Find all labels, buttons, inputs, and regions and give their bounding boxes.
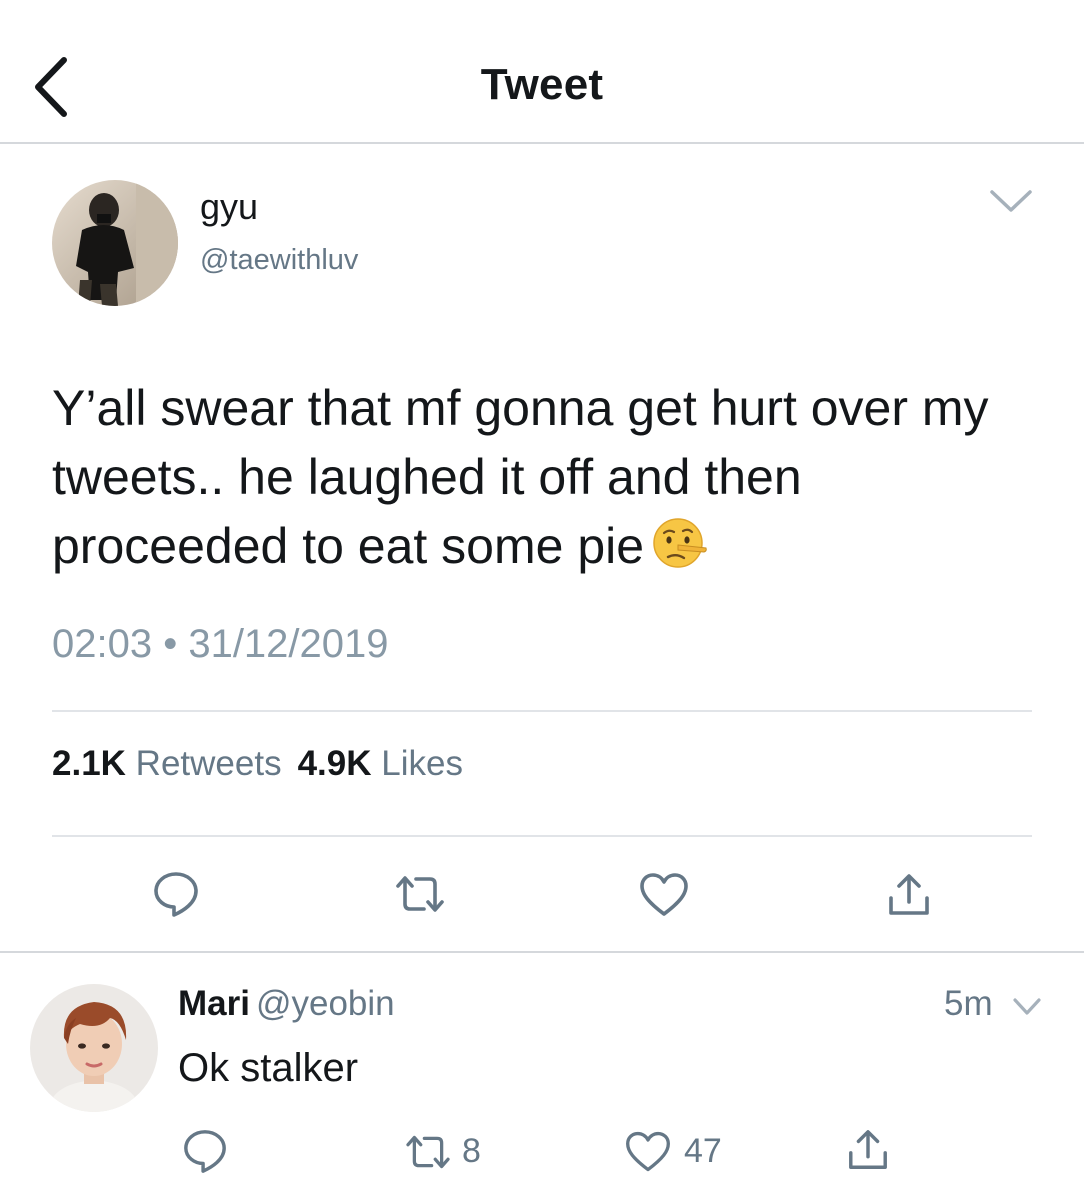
retweet-stat[interactable]: 2.1K Retweets <box>52 744 282 783</box>
share-icon <box>889 874 929 915</box>
retweets-label: Retweets <box>135 744 282 783</box>
page-title: Tweet <box>480 60 604 109</box>
tweet-text: Y’all swear that mf gonna get hurt over … <box>52 374 1042 581</box>
share-icon <box>849 1130 887 1169</box>
avatar-photo <box>52 180 178 306</box>
more-options-button[interactable] <box>988 186 1034 216</box>
author-avatar[interactable] <box>52 180 178 306</box>
reply-button[interactable] <box>152 870 200 918</box>
retweet-button[interactable] <box>394 872 446 916</box>
lying-face-emoji-icon <box>652 515 708 571</box>
top-bar: Tweet <box>0 0 1084 144</box>
comment-icon <box>154 872 198 917</box>
retweets-count: 2.1K <box>52 744 126 783</box>
share-button[interactable] <box>886 872 932 918</box>
heart-icon <box>640 873 688 916</box>
author-display-name[interactable]: gyu <box>200 186 258 228</box>
reply-display-name: Mari <box>178 984 250 1023</box>
reply-author-avatar[interactable] <box>30 984 158 1112</box>
heart-icon <box>626 1131 670 1172</box>
avatar-photo <box>30 984 158 1112</box>
likes-label: Likes <box>381 744 463 783</box>
reply-retweet-button[interactable] <box>402 1132 454 1172</box>
reply-more-options-button[interactable] <box>1012 996 1042 1018</box>
reply-like-button[interactable] <box>624 1130 672 1174</box>
reply-author[interactable]: Mari @yeobin <box>178 984 395 1024</box>
retweet-icon <box>396 876 444 912</box>
tweet-body: Y’all swear that mf gonna get hurt over … <box>52 380 989 574</box>
divider <box>0 951 1084 953</box>
like-stat[interactable]: 4.9K Likes <box>298 744 463 783</box>
divider <box>52 710 1032 712</box>
chevron-down-icon <box>1013 998 1041 1015</box>
tweet-stats: 2.1K Retweets 4.9K Likes <box>52 744 463 784</box>
chevron-down-icon <box>990 190 1032 212</box>
tweet-timestamp: 02:03 • 31/12/2019 <box>52 622 389 666</box>
reply-time: 5m <box>944 984 993 1023</box>
reply-retweet-count: 8 <box>462 1132 481 1170</box>
likes-count: 4.9K <box>297 744 372 783</box>
reply-reply-button[interactable] <box>182 1128 228 1174</box>
like-button[interactable] <box>638 872 690 918</box>
author-handle[interactable]: @taewithluv <box>200 244 358 277</box>
reply-handle: @yeobin <box>255 984 395 1023</box>
reply-share-button[interactable] <box>846 1128 890 1172</box>
reply-like-count: 47 <box>684 1132 722 1170</box>
reply-text: Ok stalker <box>178 1046 359 1090</box>
retweet-icon <box>406 1135 450 1169</box>
comment-icon <box>184 1130 226 1173</box>
divider <box>52 835 1032 837</box>
